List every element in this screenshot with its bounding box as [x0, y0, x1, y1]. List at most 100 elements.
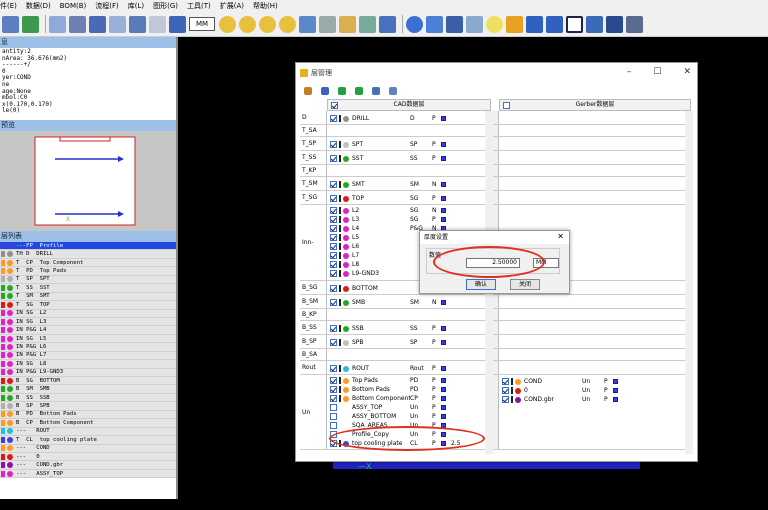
layer-checkbox[interactable]	[330, 195, 337, 202]
layer-color-box[interactable]	[441, 196, 446, 201]
menu-item[interactable]: BOM(B)	[60, 2, 87, 10]
close-icon[interactable]: ✕	[683, 67, 691, 77]
layer-checkbox[interactable]	[330, 395, 337, 402]
cancel-button[interactable]: 关闭	[510, 279, 540, 290]
layer-list-row[interactable]: --- ASSY_TOP	[0, 469, 176, 479]
layer-checkbox[interactable]	[330, 155, 337, 162]
layer-checkbox[interactable]	[330, 225, 337, 232]
layer-checkbox[interactable]	[330, 377, 337, 384]
layer-checkbox[interactable]	[330, 207, 337, 214]
open-icon[interactable]	[304, 87, 312, 95]
layer-list-row[interactable]: IN SG L8	[0, 360, 176, 369]
layer-item[interactable]: Bottom Pads PD P	[327, 385, 490, 394]
menu-item[interactable]: 帮助(H)	[253, 1, 278, 11]
layer-checkbox[interactable]	[330, 422, 337, 429]
layer-list-row[interactable]: --- COND	[0, 444, 176, 453]
measure-icon[interactable]	[359, 15, 376, 33]
layer-checkbox[interactable]	[330, 234, 337, 241]
layer-list-row[interactable]: IN P&G L4	[0, 326, 176, 335]
layer-color-box[interactable]	[441, 378, 446, 383]
menu-item[interactable]: 流程(F)	[95, 1, 119, 11]
layer-checkbox[interactable]	[330, 181, 337, 188]
layer-color-box[interactable]	[441, 387, 446, 392]
layer-color-box[interactable]	[441, 208, 446, 213]
align-icon[interactable]	[169, 15, 186, 33]
layer-checkbox[interactable]	[330, 299, 337, 306]
close-icon[interactable]: ✕	[557, 232, 564, 241]
layer-item[interactable]: Top Pads PD P	[327, 376, 490, 385]
layer-list-row[interactable]: T CP Top Component	[0, 258, 176, 268]
layer-color-box[interactable]	[441, 182, 446, 187]
zoom-area-icon[interactable]	[279, 15, 296, 33]
layer-list-row[interactable]: IN P&G L6	[0, 343, 176, 352]
layer-item[interactable]: 0 Un P	[499, 386, 691, 395]
layer-list-row[interactable]: IN P&G L9-GND3	[0, 368, 176, 377]
pencil-icon[interactable]	[506, 15, 523, 33]
layer-list[interactable]: ---FP Profile TH D DRILL T CP Top Componen…	[0, 242, 176, 510]
menu-item[interactable]: 工具(T)	[187, 1, 211, 11]
layer-item[interactable]: SPB SP P	[327, 338, 490, 347]
line-icon[interactable]	[426, 15, 443, 33]
layer-list-row[interactable]: T PD Top Pads	[0, 267, 176, 276]
zoom-out-icon[interactable]	[239, 15, 256, 33]
layer-item[interactable]: ROUT Rout P	[327, 364, 490, 373]
arc-icon[interactable]	[446, 15, 463, 33]
layer-color-box[interactable]	[441, 340, 446, 345]
tools-icon[interactable]	[626, 15, 643, 33]
gerber-all-checkbox[interactable]	[503, 102, 510, 109]
menu-item[interactable]: 扩展(A)	[220, 1, 244, 11]
layer-item[interactable]: SPT SP P	[327, 140, 490, 149]
open-icon[interactable]	[2, 15, 19, 33]
layer-checkbox[interactable]	[330, 115, 337, 122]
layer-color-box[interactable]	[613, 397, 618, 402]
layer-checkbox[interactable]	[330, 413, 337, 420]
layer-list-row[interactable]: T SG TOP	[0, 301, 176, 310]
rectangle-icon[interactable]	[566, 15, 583, 33]
brush-icon[interactable]	[586, 15, 603, 33]
menu-item[interactable]: 库(L)	[128, 1, 144, 11]
exit-icon[interactable]	[389, 87, 397, 95]
import-icon[interactable]	[22, 15, 39, 33]
layer-item[interactable]: COND.gbr Un P	[499, 395, 691, 404]
layer-list-row[interactable]: IN SG L3	[0, 317, 176, 327]
layer-checkbox[interactable]	[330, 386, 337, 393]
snap-icon[interactable]	[379, 15, 396, 33]
up-icon[interactable]	[338, 87, 346, 95]
layer-checkbox[interactable]	[330, 141, 337, 148]
layer-color-box[interactable]	[441, 217, 446, 222]
layer-color-box[interactable]	[613, 388, 618, 393]
pan-icon[interactable]	[319, 15, 336, 33]
gear-icon[interactable]	[69, 15, 86, 33]
layer-color-box[interactable]	[441, 405, 446, 410]
layer-item[interactable]: L3 SG P	[327, 215, 490, 224]
layer-list-row[interactable]: B SG BOTTOM	[0, 377, 176, 386]
layer-item[interactable]: COND Un P	[499, 377, 691, 386]
layer-color-box[interactable]	[441, 326, 446, 331]
layer-checkbox[interactable]	[502, 396, 509, 403]
layer-checkbox[interactable]	[330, 339, 337, 346]
layer-list-row[interactable]: T SS SST	[0, 284, 176, 293]
layer-list-row[interactable]: --- ROUT	[0, 427, 176, 437]
layer-checkbox[interactable]	[330, 261, 337, 268]
circle-icon[interactable]	[406, 15, 423, 33]
layer-color-box[interactable]	[613, 379, 618, 384]
ok-button[interactable]: 确认	[466, 279, 496, 290]
layer-item[interactable]: SMT SM N	[327, 180, 490, 189]
layer-list-row[interactable]: IN P&G L7	[0, 351, 176, 361]
cad-all-checkbox[interactable]	[331, 102, 338, 109]
zoom-in-icon[interactable]	[219, 15, 236, 33]
layer-item[interactable]: ASSY_BOTTOM Un P	[327, 412, 490, 421]
menu-item[interactable]: 件(E)	[0, 1, 17, 11]
layer-item[interactable]: SSB SS P	[327, 324, 490, 333]
grid-icon[interactable]	[89, 15, 106, 33]
unit-selector[interactable]: MM	[189, 17, 215, 31]
layer-item[interactable]: L2 SG N	[327, 206, 490, 215]
layer-color-box[interactable]	[441, 116, 446, 121]
maximize-button[interactable]: ☐	[653, 67, 661, 77]
layer-item[interactable]: SST SS P	[327, 154, 490, 163]
board-preview[interactable]: X	[0, 131, 176, 231]
eraser-icon[interactable]	[606, 15, 623, 33]
layer-list-row[interactable]: ---FP Profile	[0, 242, 176, 251]
menu-item[interactable]: 数据(D)	[26, 1, 51, 11]
rotate-icon[interactable]	[299, 15, 316, 33]
